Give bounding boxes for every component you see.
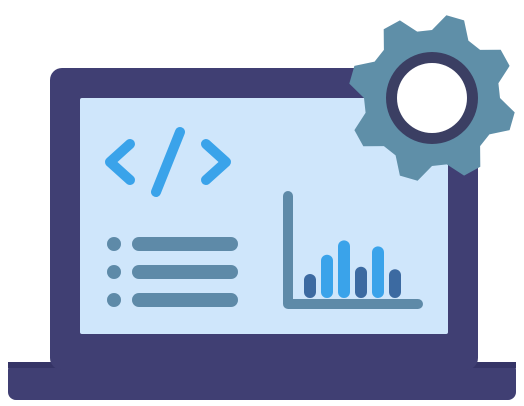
- list-line: [132, 265, 238, 279]
- list-line: [132, 293, 238, 307]
- list-line: [132, 237, 238, 251]
- chart-bar: [372, 246, 384, 298]
- chart-bar: [355, 266, 367, 298]
- illustration-canvas: [8, 15, 516, 400]
- chart-bar: [338, 240, 350, 298]
- list-bullet: [107, 293, 121, 307]
- list-bullet: [107, 237, 121, 251]
- chart-bar: [389, 269, 401, 298]
- chart-bar: [304, 274, 316, 298]
- gear-center: [397, 63, 467, 133]
- chart-bar: [321, 254, 333, 298]
- laptop-settings-illustration: [0, 0, 524, 406]
- list-bullet: [107, 265, 121, 279]
